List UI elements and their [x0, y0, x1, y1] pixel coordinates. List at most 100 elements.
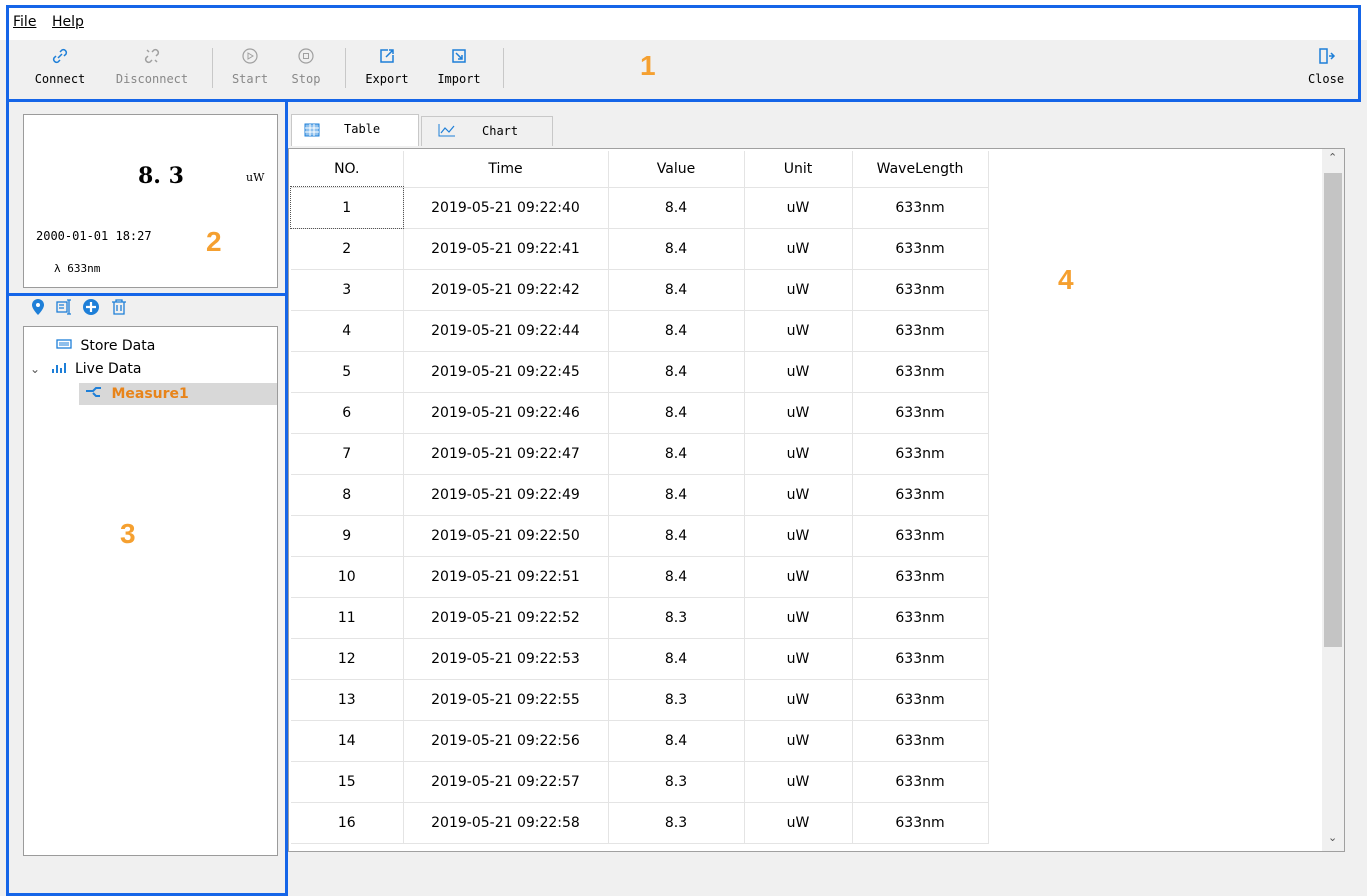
- table-cell[interactable]: 633nm: [852, 351, 989, 393]
- table-cell[interactable]: uW: [744, 679, 853, 721]
- tab-chart[interactable]: Chart: [421, 116, 553, 146]
- delete-icon[interactable]: [110, 298, 128, 320]
- table-cell[interactable]: uW: [744, 802, 853, 844]
- table-row[interactable]: 15 2019-05-21 09:22:57 8.3 uW 633nm: [291, 761, 989, 803]
- table-cell[interactable]: 2019-05-21 09:22:41: [403, 228, 609, 270]
- table-cell[interactable]: uW: [744, 433, 853, 475]
- tab-table[interactable]: Table: [291, 114, 419, 146]
- table-cell[interactable]: 633nm: [852, 310, 989, 352]
- table-cell[interactable]: uW: [744, 269, 853, 311]
- table-cell[interactable]: 2019-05-21 09:22:45: [403, 351, 609, 393]
- table-cell[interactable]: 8.4: [608, 351, 745, 393]
- table-cell[interactable]: 2019-05-21 09:22:42: [403, 269, 609, 311]
- table-cell[interactable]: 16: [291, 802, 404, 844]
- column-header[interactable]: WaveLength: [852, 151, 989, 188]
- scroll-down-icon[interactable]: ⌄: [1328, 831, 1337, 844]
- table-cell[interactable]: 8.4: [608, 433, 745, 475]
- table-cell[interactable]: 1: [290, 186, 404, 229]
- table-cell[interactable]: uW: [744, 515, 853, 557]
- table-cell[interactable]: 633nm: [852, 761, 989, 803]
- table-cell[interactable]: 7: [291, 433, 404, 475]
- table-cell[interactable]: 10: [291, 556, 404, 598]
- rename-icon[interactable]: [56, 298, 74, 320]
- table-cell[interactable]: 2019-05-21 09:22:58: [403, 802, 609, 844]
- table-row[interactable]: 9 2019-05-21 09:22:50 8.4 uW 633nm: [291, 515, 989, 557]
- export-button[interactable]: Export: [356, 46, 418, 92]
- table-row[interactable]: 4 2019-05-21 09:22:44 8.4 uW 633nm: [291, 310, 989, 352]
- scrollbar-thumb[interactable]: [1324, 173, 1342, 647]
- table-row[interactable]: 6 2019-05-21 09:22:46 8.4 uW 633nm: [291, 392, 989, 434]
- table-cell[interactable]: 5: [291, 351, 404, 393]
- tree-item-store-data[interactable]: Store Data: [56, 335, 155, 357]
- table-cell[interactable]: 8.3: [608, 679, 745, 721]
- menu-file[interactable]: File: [13, 14, 36, 30]
- table-cell[interactable]: 2019-05-21 09:22:47: [403, 433, 609, 475]
- table-cell[interactable]: 14: [291, 720, 404, 762]
- table-row[interactable]: 8 2019-05-21 09:22:49 8.4 uW 633nm: [291, 474, 989, 516]
- table-cell[interactable]: uW: [744, 597, 853, 639]
- table-cell[interactable]: 2019-05-21 09:22:44: [403, 310, 609, 352]
- table-cell[interactable]: uW: [744, 351, 853, 393]
- table-cell[interactable]: uW: [744, 474, 853, 516]
- table-row[interactable]: 2 2019-05-21 09:22:41 8.4 uW 633nm: [291, 228, 989, 270]
- table-cell[interactable]: 633nm: [852, 720, 989, 762]
- table-cell[interactable]: 8.4: [608, 474, 745, 516]
- table-cell[interactable]: 633nm: [852, 638, 989, 680]
- connect-button[interactable]: Connect: [28, 46, 92, 92]
- table-cell[interactable]: 2019-05-21 09:22:55: [403, 679, 609, 721]
- table-cell[interactable]: 2019-05-21 09:22:56: [403, 720, 609, 762]
- table-cell[interactable]: uW: [744, 228, 853, 270]
- table-cell[interactable]: 8.4: [608, 720, 745, 762]
- table-cell[interactable]: 633nm: [852, 392, 989, 434]
- table-row[interactable]: 7 2019-05-21 09:22:47 8.4 uW 633nm: [291, 433, 989, 475]
- table-cell[interactable]: 8.4: [608, 310, 745, 352]
- tree-item-live-data[interactable]: ⌄ Live Data: [30, 358, 141, 380]
- start-button[interactable]: Start: [224, 46, 276, 92]
- table-cell[interactable]: 8.4: [608, 638, 745, 680]
- stop-button[interactable]: Stop: [284, 46, 328, 92]
- table-row[interactable]: 14 2019-05-21 09:22:56 8.4 uW 633nm: [291, 720, 989, 762]
- table-cell[interactable]: 8.4: [608, 228, 745, 270]
- table-cell[interactable]: 8.3: [608, 802, 745, 844]
- table-cell[interactable]: 633nm: [852, 802, 989, 844]
- table-row[interactable]: 13 2019-05-21 09:22:55 8.3 uW 633nm: [291, 679, 989, 721]
- table-cell[interactable]: 8.4: [608, 556, 745, 598]
- table-row[interactable]: 11 2019-05-21 09:22:52 8.3 uW 633nm: [291, 597, 989, 639]
- table-cell[interactable]: 633nm: [852, 515, 989, 557]
- table-cell[interactable]: uW: [744, 638, 853, 680]
- table-row[interactable]: 3 2019-05-21 09:22:42 8.4 uW 633nm: [291, 269, 989, 311]
- table-cell[interactable]: 4: [291, 310, 404, 352]
- table-row[interactable]: 1 2019-05-21 09:22:40 8.4 uW 633nm: [290, 186, 989, 229]
- table-cell[interactable]: 8: [291, 474, 404, 516]
- table-cell[interactable]: 8.4: [608, 392, 745, 434]
- table-row[interactable]: 16 2019-05-21 09:22:58 8.3 uW 633nm: [291, 802, 989, 844]
- table-cell[interactable]: uW: [744, 720, 853, 762]
- vertical-scrollbar[interactable]: ⌃ ⌄: [1322, 149, 1344, 851]
- add-icon[interactable]: [82, 298, 100, 320]
- location-pin-icon[interactable]: [30, 298, 46, 320]
- table-cell[interactable]: 2019-05-21 09:22:51: [403, 556, 609, 598]
- scroll-up-icon[interactable]: ⌃: [1328, 151, 1337, 164]
- table-cell[interactable]: 8.4: [608, 515, 745, 557]
- table-cell[interactable]: 13: [291, 679, 404, 721]
- chevron-down-icon[interactable]: ⌄: [30, 362, 40, 376]
- table-cell[interactable]: 8.3: [608, 761, 745, 803]
- column-header[interactable]: Value: [608, 151, 745, 188]
- menu-help[interactable]: Help: [52, 14, 84, 30]
- table-cell[interactable]: 633nm: [852, 679, 989, 721]
- table-row[interactable]: 5 2019-05-21 09:22:45 8.4 uW 633nm: [291, 351, 989, 393]
- table-cell[interactable]: 2019-05-21 09:22:50: [403, 515, 609, 557]
- table-cell[interactable]: uW: [744, 187, 853, 229]
- table-cell[interactable]: uW: [744, 556, 853, 598]
- tree-item-measure1[interactable]: Measure1: [79, 383, 277, 405]
- table-cell[interactable]: uW: [744, 310, 853, 352]
- column-header[interactable]: Time: [403, 151, 609, 188]
- table-cell[interactable]: uW: [744, 761, 853, 803]
- table-cell[interactable]: 2019-05-21 09:22:49: [403, 474, 609, 516]
- table-row[interactable]: 12 2019-05-21 09:22:53 8.4 uW 633nm: [291, 638, 989, 680]
- table-cell[interactable]: 9: [291, 515, 404, 557]
- table-cell[interactable]: 8.4: [608, 269, 745, 311]
- table-cell[interactable]: uW: [744, 392, 853, 434]
- table-cell[interactable]: 3: [291, 269, 404, 311]
- table-cell[interactable]: 633nm: [852, 269, 989, 311]
